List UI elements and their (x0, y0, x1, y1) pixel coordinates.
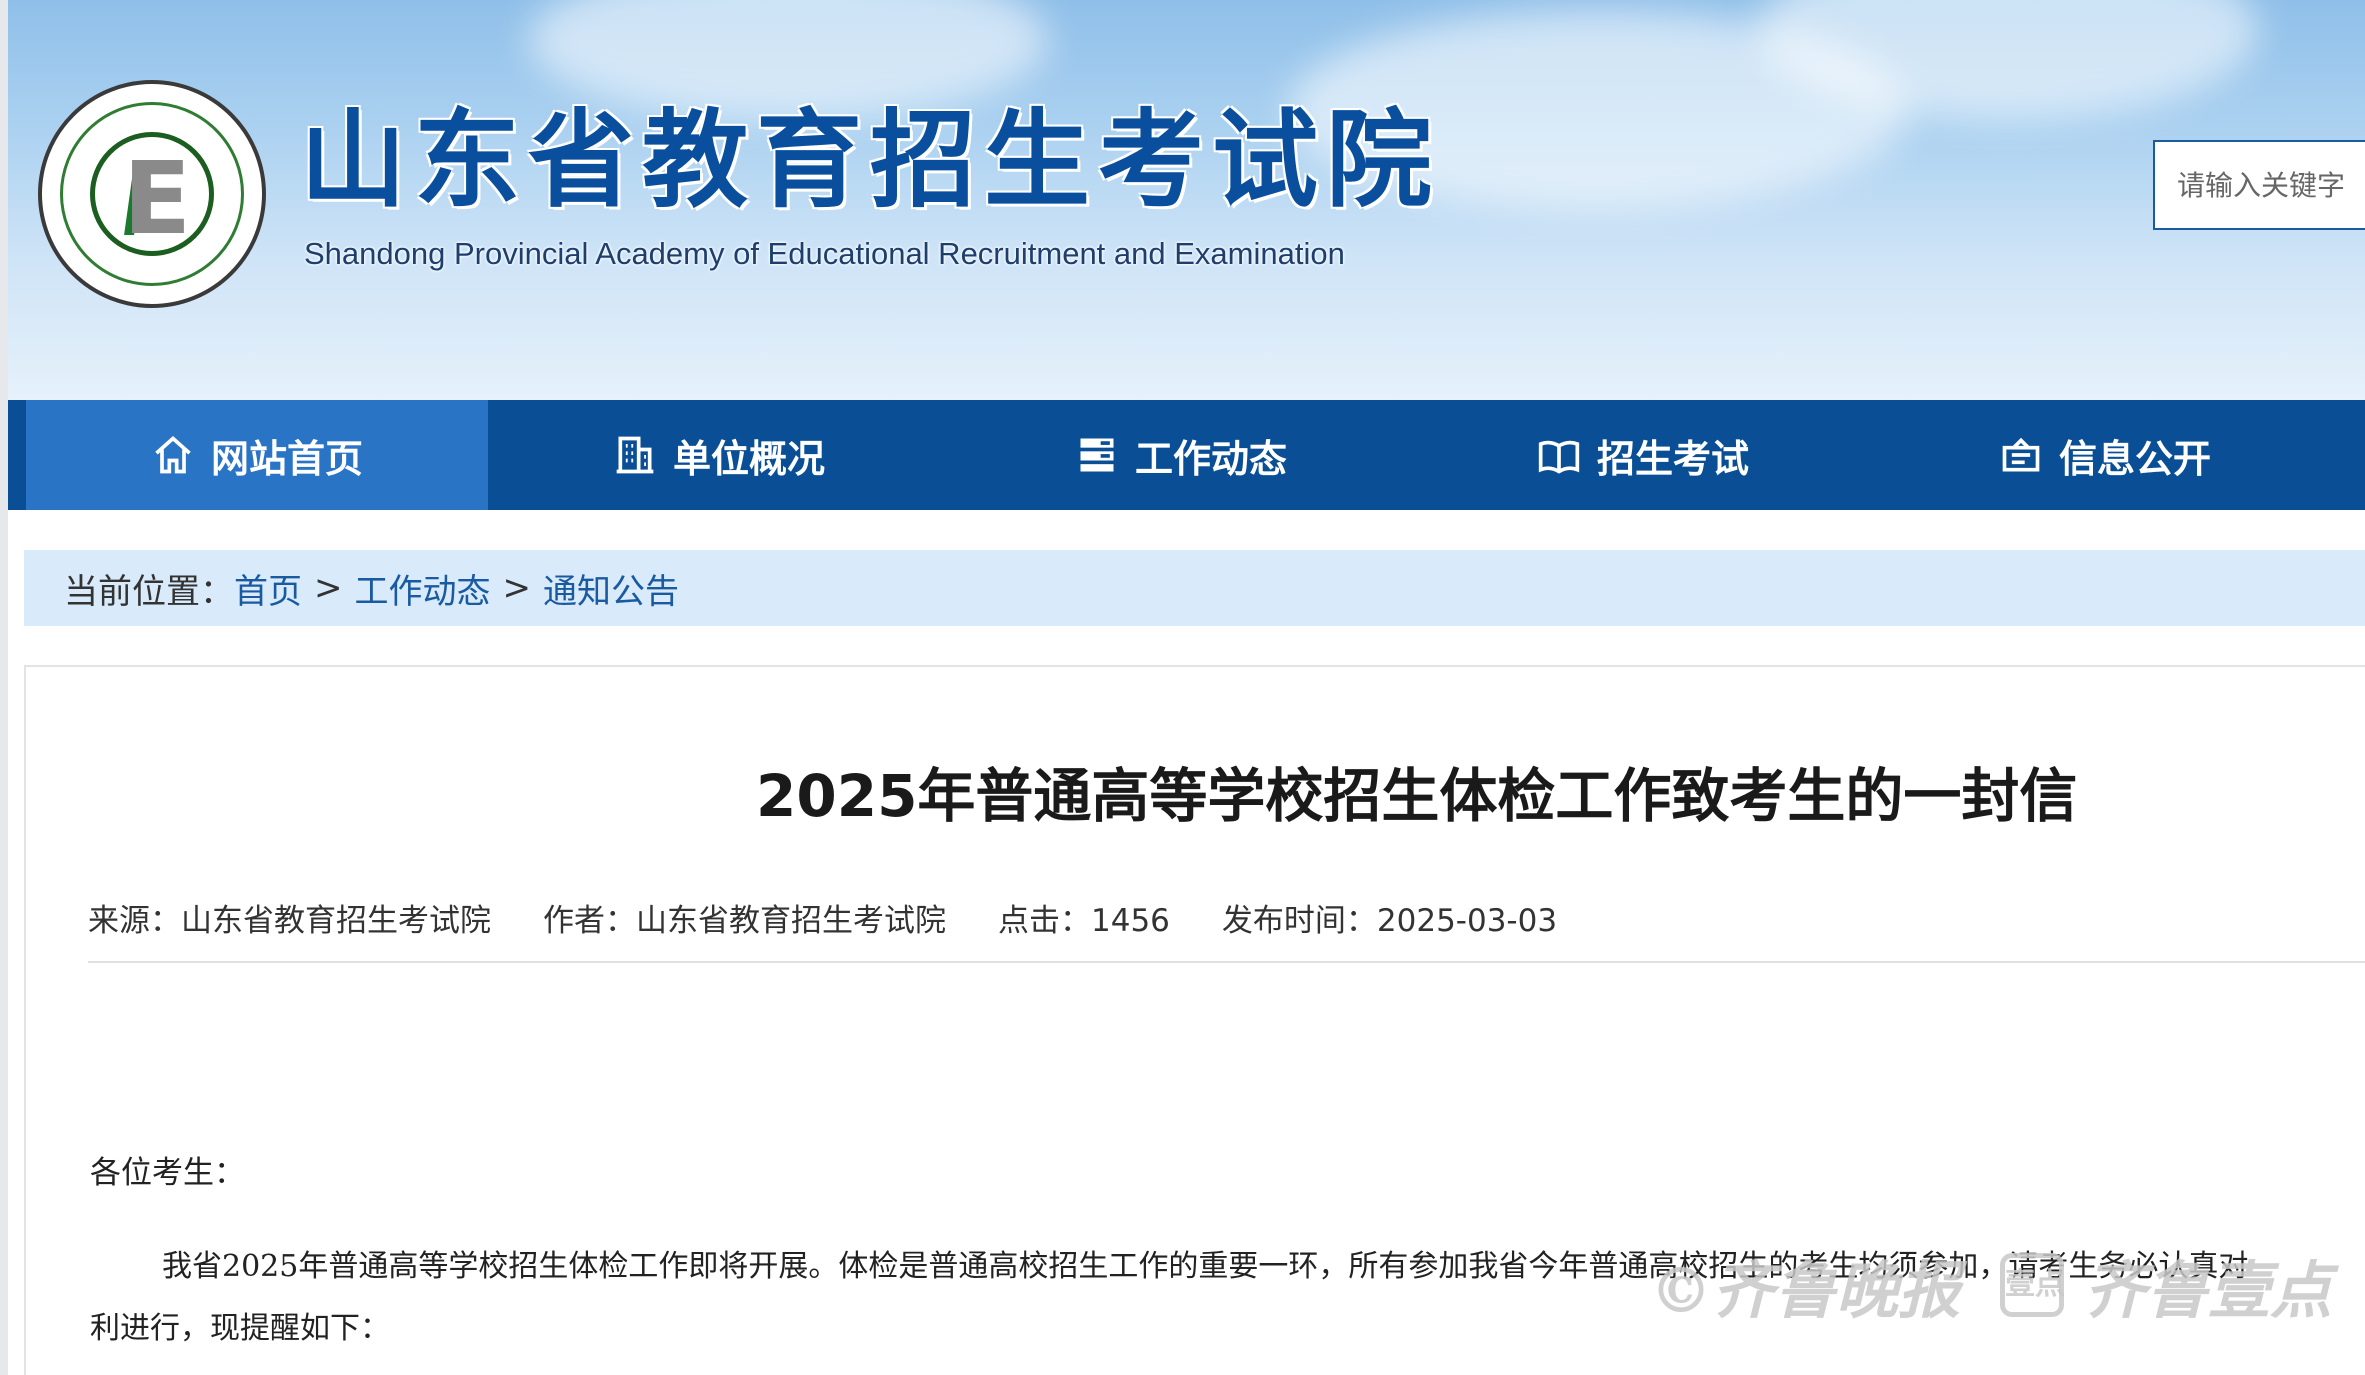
meta-divider (88, 961, 2365, 963)
nav-item-exams[interactable]: 招生考试 (1412, 400, 1874, 510)
breadcrumb-link-news[interactable]: 工作动态 (355, 564, 491, 613)
article-salutation: 各位考生： (90, 1155, 245, 1191)
breadcrumb: 当前位置： 首页 > 工作动态 > 通知公告 (24, 550, 2365, 626)
site-logo[interactable]: E (38, 80, 266, 308)
main-nav: 网站首页 单位概况 工作动态 招生考试 信息公开 (8, 400, 2365, 510)
nav-item-label: 招生考试 (1596, 436, 1749, 481)
watermark-badge: 壹点 (2000, 1253, 2065, 1317)
meta-date: 发布时间：2025-03-03 (1221, 903, 1558, 939)
home-icon (155, 436, 191, 474)
breadcrumb-separator: > (314, 568, 343, 608)
nav-item-label: 工作动态 (1134, 436, 1287, 481)
article-meta: 来源：山东省教育招生考试院 作者：山东省教育招生考试院 点击：1456 发布时间… (88, 895, 1609, 940)
logo-letter-icon: E (122, 140, 192, 257)
list-icon (1080, 438, 1114, 472)
breadcrumb-link-home[interactable]: 首页 (234, 564, 302, 613)
nav-item-label: 网站首页 (210, 436, 363, 481)
site-subtitle: Shandong Provincial Academy of Education… (304, 236, 1345, 271)
logo-emblem: E (90, 132, 214, 257)
article-paragraph: 利进行，现提醒如下： (90, 1311, 390, 1346)
breadcrumb-separator: > (502, 568, 532, 608)
info-box-icon (2002, 437, 2040, 472)
breadcrumb-link-notices[interactable]: 通知公告 (543, 564, 679, 613)
nav-item-about[interactable]: 单位概况 (488, 400, 950, 510)
nav-item-label: 单位概况 (672, 436, 825, 481)
window-left-edge (0, 0, 8, 1375)
building-icon (616, 436, 654, 474)
breadcrumb-prefix: 当前位置： (64, 571, 234, 612)
article-title: 2025年普通高等学校招生体检工作致考生的一封信 (756, 762, 2078, 830)
watermark-text-right: 齐鲁壹点 (2084, 1254, 2333, 1327)
meta-author: 作者：山东省教育招生考试院 (543, 903, 946, 939)
search-input[interactable] (2153, 140, 2365, 230)
site-title: 山东省教育招生考试院 (300, 99, 1440, 222)
watermark: ©齐鲁晚报 壹点 齐鲁壹点 (1650, 1240, 2332, 1330)
meta-source: 来源：山东省教育招生考试院 (88, 903, 491, 939)
meta-clicks: 点击：1456 (998, 903, 1170, 939)
watermark-text-left: ©齐鲁晚报 (1650, 1254, 1961, 1327)
nav-item-label: 信息公开 (2058, 436, 2211, 481)
site-header: E 山东省教育招生考试院 Shandong Provincial Academy… (8, 0, 2365, 400)
nav-item-news[interactable]: 工作动态 (950, 400, 1412, 510)
book-icon (1538, 440, 1580, 474)
nav-item-disclosure[interactable]: 信息公开 (1874, 400, 2336, 510)
nav-item-home[interactable]: 网站首页 (26, 400, 488, 510)
